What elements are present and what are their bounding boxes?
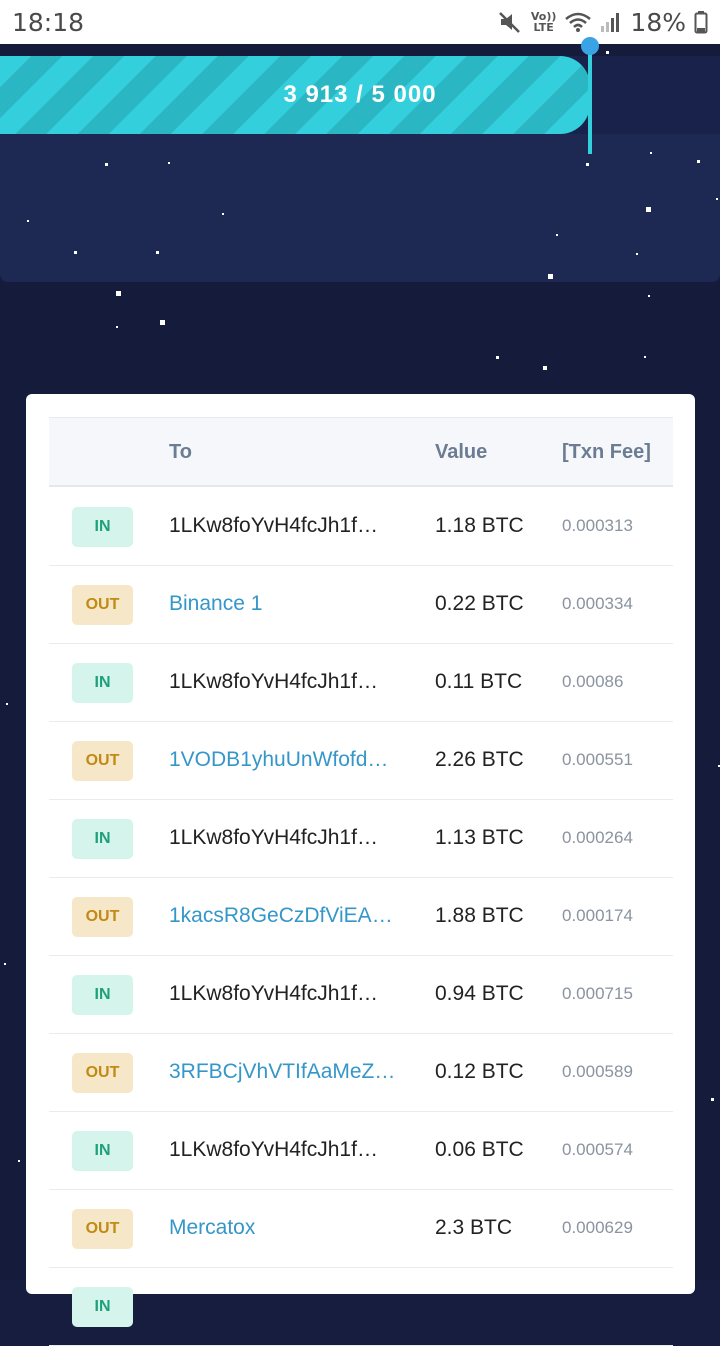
recipient-link[interactable]: 1VODB1yhuUnWfofd… <box>169 722 401 798</box>
in-badge: IN <box>72 507 133 547</box>
recipient-address: 1LKw8foYvH4fcJh1f… <box>169 514 378 537</box>
progress-marker-line <box>588 46 592 154</box>
out-badge: OUT <box>72 1209 133 1249</box>
in-badge: IN <box>72 1131 133 1171</box>
transaction-fee: 0.000715 <box>562 984 633 1003</box>
star <box>116 326 118 328</box>
in-badge: IN <box>72 819 133 859</box>
progress-label: 3 913 / 5 000 <box>283 81 437 108</box>
recipient-address: 1LKw8foYvH4fcJh1f… <box>169 1138 378 1161</box>
transaction-value: 1.88 BTC <box>435 904 524 927</box>
table-row[interactable]: IN 1LKw8foYvH4fcJh1f… 0.11 BTC 0.00086 <box>49 644 673 722</box>
star <box>168 162 170 164</box>
transactions-list: IN 1LKw8foYvH4fcJh1f… 1.18 BTC 0.000313 OUT B… <box>49 488 673 1346</box>
table-row[interactable]: OUT 1VODB1yhuUnWfofd… 2.26 BTC 0.000551 <box>49 722 673 800</box>
star <box>74 251 77 254</box>
header-txn-fee: [Txn Fee] <box>562 441 651 463</box>
star <box>636 253 638 255</box>
transaction-fee: 0.000629 <box>562 1218 633 1237</box>
transaction-value: 0.94 BTC <box>435 982 524 1005</box>
out-badge: OUT <box>72 1053 133 1093</box>
star <box>543 366 547 370</box>
out-badge: OUT <box>72 585 133 625</box>
star <box>648 295 650 297</box>
header-value: Value <box>435 441 488 463</box>
status-icons: Vo)) LTE 18% <box>497 8 708 37</box>
star <box>222 213 224 215</box>
star <box>646 207 651 212</box>
star <box>496 356 499 359</box>
star <box>697 160 700 163</box>
transaction-fee: 0.00086 <box>562 672 624 691</box>
table-row[interactable]: OUT 3RFBCjVhVTIfAaMeZ… 0.12 BTC 0.000589 <box>49 1034 673 1112</box>
progress-marker-dot <box>581 37 599 55</box>
transaction-fee: 0.000551 <box>562 750 633 769</box>
recipient-link[interactable]: 3RFBCjVhVTIfAaMeZ… <box>169 1034 401 1110</box>
transaction-value: 0.11 BTC <box>435 670 523 693</box>
transaction-fee: 0.000174 <box>562 906 633 925</box>
star <box>650 152 652 154</box>
transaction-value: 0.12 BTC <box>435 1060 524 1083</box>
in-badge: IN <box>72 663 133 703</box>
star <box>548 274 553 279</box>
transaction-value: 1.13 BTC <box>435 826 524 849</box>
table-row[interactable]: IN 1LKw8foYvH4fcJh1f… 0.94 BTC 0.000715 <box>49 956 673 1034</box>
star <box>556 234 558 236</box>
star <box>586 163 589 166</box>
table-row[interactable]: OUT Binance 1 0.22 BTC 0.000334 <box>49 566 673 644</box>
out-badge: OUT <box>72 741 133 781</box>
in-badge: IN <box>72 1287 133 1327</box>
recipient-address: 1LKw8foYvH4fcJh1f… <box>169 982 378 1005</box>
out-badge: OUT <box>72 897 133 937</box>
transaction-value: 2.26 BTC <box>435 748 524 771</box>
battery-icon <box>694 10 708 34</box>
battery-percent: 18% <box>630 7 686 37</box>
star <box>4 963 6 965</box>
in-badge: IN <box>72 975 133 1015</box>
transaction-value: 0.06 BTC <box>435 1138 524 1161</box>
table-row[interactable]: IN 1LKw8foYvH4fcJh1f… 1.18 BTC 0.000313 <box>49 488 673 566</box>
star <box>606 51 609 54</box>
star <box>18 1160 20 1162</box>
recipient-address <box>169 1268 401 1344</box>
transaction-value: 0.22 BTC <box>435 592 524 615</box>
star <box>160 320 165 325</box>
transaction-fee: 0.000574 <box>562 1140 633 1159</box>
transaction-value: 1.18 BTC <box>435 514 524 537</box>
table-row[interactable]: OUT Mercatox 2.3 BTC 0.000629 <box>49 1190 673 1268</box>
transaction-fee: 0.000589 <box>562 1062 633 1081</box>
mute-icon <box>497 10 523 34</box>
star <box>6 703 8 705</box>
signal-icon <box>600 11 622 33</box>
table-row[interactable]: OUT 1kacsR8GeCzDfViEA… 1.88 BTC 0.000174 <box>49 878 673 956</box>
transaction-fee: 0.000264 <box>562 828 633 847</box>
recipient-link[interactable]: Mercatox <box>169 1190 401 1266</box>
recipient-link[interactable]: 1kacsR8GeCzDfViEA… <box>169 878 401 954</box>
star <box>644 356 646 358</box>
recipient-link[interactable]: Binance 1 <box>169 566 401 642</box>
transaction-fee: 0.000313 <box>562 516 633 535</box>
star <box>711 1098 714 1101</box>
status-time: 18:18 <box>12 7 85 37</box>
star <box>116 291 121 296</box>
header-to: To <box>169 441 192 463</box>
table-row[interactable]: IN 1LKw8foYvH4fcJh1f… 1.13 BTC 0.000264 <box>49 800 673 878</box>
star <box>105 163 108 166</box>
recipient-address: 1LKw8foYvH4fcJh1f… <box>169 826 378 849</box>
transaction-value: 2.3 BTC <box>435 1216 513 1239</box>
star <box>156 251 159 254</box>
table-header: To Value [Txn Fee] <box>49 417 673 487</box>
recipient-address: 1LKw8foYvH4fcJh1f… <box>169 670 378 693</box>
wifi-icon <box>564 11 592 33</box>
volte-icon: Vo)) LTE <box>530 10 557 34</box>
progress-fill: 3 913 / 5 000 <box>0 56 590 134</box>
transaction-fee: 0.000334 <box>562 594 633 613</box>
status-bar: 18:18 Vo)) LTE 18% <box>0 0 720 44</box>
star <box>716 198 718 200</box>
table-row[interactable]: IN 1LKw8foYvH4fcJh1f… 0.06 BTC 0.000574 <box>49 1112 673 1190</box>
star <box>27 220 29 222</box>
